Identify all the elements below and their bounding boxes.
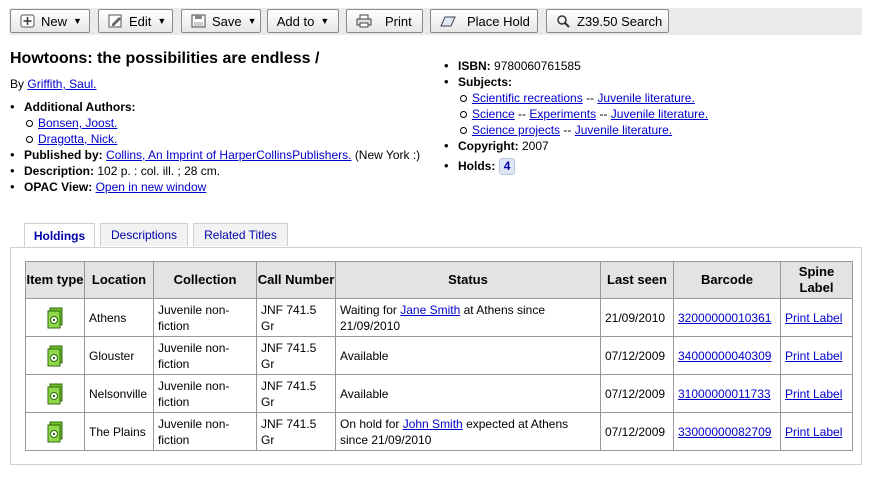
subject-item: Science projects -- Juvenile literature.: [444, 122, 864, 138]
search-icon: [556, 14, 572, 28]
patron-link[interactable]: John Smith: [403, 417, 463, 431]
barcode-link[interactable]: 33000000082709: [678, 425, 771, 439]
place-hold-button[interactable]: Place Hold: [430, 9, 538, 33]
table-header-row: Item type Location Collection Call Numbe…: [25, 261, 853, 299]
plus-icon: [20, 14, 36, 28]
column-header: Last seen: [600, 261, 674, 299]
chevron-down-icon: ▼: [73, 16, 82, 26]
column-header: Location: [84, 261, 154, 299]
floppy-disk-icon: [191, 14, 207, 28]
column-header: Status: [335, 261, 601, 299]
opac-view-link[interactable]: Open in new window: [96, 180, 207, 194]
status-cell: Available: [335, 374, 601, 413]
edit-button[interactable]: Edit ▼: [98, 9, 173, 33]
column-header: Item type: [25, 261, 85, 299]
subject-link[interactable]: Juvenile literature.: [611, 107, 708, 121]
status-cell: Waiting for Jane Smith at Athens since 2…: [335, 298, 601, 337]
new-button[interactable]: New ▼: [10, 9, 90, 33]
tab-descriptions[interactable]: Descriptions: [100, 223, 188, 246]
toolbar: New ▼ Edit ▼ Save ▼ Add to ▼ Print Place…: [9, 8, 862, 35]
patron-link[interactable]: Jane Smith: [400, 303, 460, 317]
barcode-link[interactable]: 31000000011733: [678, 387, 771, 401]
subject-link[interactable]: Experiments: [529, 107, 596, 121]
edit-icon: [108, 14, 124, 28]
book-icon: [440, 14, 456, 28]
book-icon: [46, 421, 64, 443]
save-button[interactable]: Save ▼: [181, 9, 261, 33]
printer-icon: [356, 14, 372, 28]
subject-link[interactable]: Juvenile literature.: [575, 123, 672, 137]
chevron-down-icon: ▼: [247, 16, 257, 26]
status-cell: On hold for John Smith expected at Athen…: [335, 412, 601, 451]
column-header: Call Number: [256, 261, 336, 299]
biblio-details-right: ISBN: 9780060761585 Subjects: Scientific…: [444, 58, 864, 175]
subject-item: Science -- Experiments -- Juvenile liter…: [444, 106, 864, 122]
column-header: Collection: [153, 261, 257, 299]
print-button[interactable]: Print: [346, 9, 423, 33]
chevron-down-icon: ▼: [157, 16, 167, 26]
subject-link[interactable]: Juvenile literature.: [597, 91, 694, 105]
subject-link[interactable]: Science: [472, 107, 515, 121]
print-label-link[interactable]: Print Label: [785, 311, 842, 325]
book-icon: [46, 383, 64, 405]
additional-author-link[interactable]: Dragotta, Nick.: [38, 132, 117, 146]
table-row: Glouster Juvenile non-fiction JNF 741.5 …: [25, 336, 853, 375]
table-row: The Plains Juvenile non-fiction JNF 741.…: [25, 412, 853, 451]
column-header: Spine Label: [780, 261, 853, 299]
page-title: Howtoons: the possibilities are endless …: [10, 50, 320, 67]
byline: By Griffith, Saul.: [10, 77, 97, 91]
biblio-details-left: Additional Authors: Bonsen, Joost. Drago…: [10, 99, 430, 195]
tab-holdings[interactable]: Holdings: [24, 223, 95, 248]
book-icon: [46, 307, 64, 329]
chevron-down-icon: ▼: [320, 16, 330, 26]
add-to-button[interactable]: Add to ▼: [267, 9, 339, 33]
subject-item: Scientific recreations -- Juvenile liter…: [444, 90, 864, 106]
subject-link[interactable]: Science projects: [472, 123, 560, 137]
barcode-link[interactable]: 32000000010361: [678, 311, 771, 325]
additional-author-link[interactable]: Bonsen, Joost.: [38, 116, 117, 130]
author-link[interactable]: Griffith, Saul.: [27, 77, 96, 91]
print-label-link[interactable]: Print Label: [785, 425, 842, 439]
print-label-link[interactable]: Print Label: [785, 349, 842, 363]
table-row: Nelsonville Juvenile non-fiction JNF 741…: [25, 374, 853, 413]
holdings-table: Item type Location Collection Call Numbe…: [25, 261, 853, 451]
column-header: Barcode: [673, 261, 781, 299]
book-icon: [46, 345, 64, 367]
tab-related-titles[interactable]: Related Titles: [193, 223, 288, 246]
table-row: Athens Juvenile non-fiction JNF 741.5 Gr…: [25, 298, 853, 337]
status-cell: Available: [335, 336, 601, 375]
subject-link[interactable]: Scientific recreations: [472, 91, 583, 105]
z3950-search-button[interactable]: Z39.50 Search: [546, 9, 669, 33]
barcode-link[interactable]: 34000000040309: [678, 349, 771, 363]
print-label-link[interactable]: Print Label: [785, 387, 842, 401]
holds-count-badge[interactable]: 4: [498, 158, 516, 175]
publisher-link[interactable]: Collins, An Imprint of HarperCollinsPubl…: [106, 148, 351, 162]
